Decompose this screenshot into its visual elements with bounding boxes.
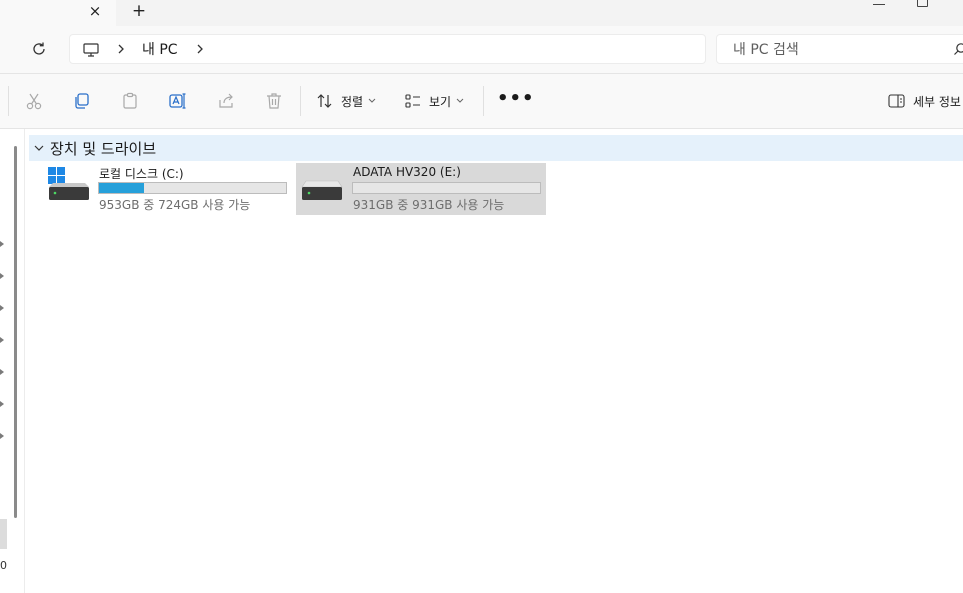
command-bar: 정렬 보기 ••• 세부 정보 bbox=[0, 74, 963, 129]
drive-space: 931GB 중 931GB 사용 가능 bbox=[353, 198, 505, 212]
expand-arrow-icon[interactable] bbox=[0, 241, 4, 247]
group-label: 장치 및 드라이브 bbox=[50, 139, 157, 158]
expand-arrow-icon[interactable] bbox=[0, 401, 4, 407]
drive-item-c[interactable]: 로컬 디스크 (C:) 953GB 중 724GB 사용 가능 bbox=[43, 163, 293, 215]
computer-icon bbox=[83, 43, 99, 57]
divider bbox=[8, 86, 9, 116]
sort-label: 정렬 bbox=[341, 94, 364, 109]
expand-arrow-icon[interactable] bbox=[0, 305, 4, 311]
chevron-right-icon[interactable] bbox=[195, 42, 205, 56]
expand-arrow-icon[interactable] bbox=[0, 369, 4, 375]
search-placeholder: 내 PC 검색 bbox=[733, 42, 799, 58]
search-input[interactable]: 내 PC 검색 bbox=[716, 34, 963, 64]
cut-icon[interactable] bbox=[24, 91, 44, 111]
chevron-down-icon bbox=[456, 98, 464, 103]
divider bbox=[483, 86, 484, 116]
search-icon bbox=[954, 43, 963, 55]
expand-arrow-icon[interactable] bbox=[0, 337, 4, 343]
address-row: 내 PC 내 PC 검색 bbox=[0, 26, 963, 74]
nav-item-fragment[interactable]: 0 bbox=[0, 559, 7, 572]
paste-icon[interactable] bbox=[120, 91, 140, 111]
breadcrumb[interactable]: 내 PC bbox=[142, 40, 178, 60]
drive-space: 953GB 중 724GB 사용 가능 bbox=[99, 198, 251, 212]
close-icon[interactable]: × bbox=[86, 1, 104, 21]
chevron-down-icon bbox=[368, 98, 376, 103]
details-pane-icon bbox=[888, 94, 905, 108]
rename-icon[interactable] bbox=[168, 91, 188, 111]
address-bar[interactable]: 내 PC bbox=[69, 34, 706, 64]
view-icon bbox=[405, 94, 420, 108]
scrollbar[interactable] bbox=[14, 146, 17, 518]
tab-strip: × + bbox=[0, 0, 963, 26]
expand-arrow-icon[interactable] bbox=[0, 433, 4, 439]
details-label: 세부 정보 bbox=[913, 94, 961, 109]
navigation-pane: 0 bbox=[0, 129, 25, 593]
view-button[interactable]: 보기 bbox=[404, 86, 471, 116]
tab-my-pc[interactable]: × bbox=[0, 0, 116, 26]
drive-usage-bar bbox=[98, 182, 287, 194]
refresh-icon[interactable] bbox=[30, 40, 48, 58]
group-header-devices[interactable]: 장치 및 드라이브 bbox=[29, 135, 963, 161]
delete-icon[interactable] bbox=[264, 91, 284, 111]
windows-drive-icon bbox=[48, 167, 89, 200]
chevron-down-icon[interactable] bbox=[34, 144, 44, 152]
expand-arrow-icon[interactable] bbox=[0, 273, 4, 279]
minimize-icon[interactable] bbox=[873, 0, 885, 5]
sort-icon bbox=[317, 94, 332, 108]
divider bbox=[300, 86, 301, 116]
more-icon[interactable]: ••• bbox=[497, 90, 534, 108]
drive-icon bbox=[301, 180, 343, 200]
drive-usage-fill bbox=[99, 183, 144, 193]
copy-icon[interactable] bbox=[72, 91, 92, 111]
share-icon[interactable] bbox=[216, 91, 236, 111]
drive-usage-bar bbox=[352, 182, 541, 194]
maximize-icon[interactable] bbox=[917, 0, 928, 7]
drive-item-e[interactable]: ADATA HV320 (E:) 931GB 중 931GB 사용 가능 bbox=[296, 163, 546, 215]
sort-button[interactable]: 정렬 bbox=[316, 86, 383, 116]
drive-name: 로컬 디스크 (C:) bbox=[99, 167, 184, 181]
nav-selected-item[interactable] bbox=[0, 519, 7, 549]
chevron-right-icon[interactable] bbox=[116, 42, 126, 56]
details-pane-button[interactable]: 세부 정보 bbox=[888, 86, 961, 116]
view-label: 보기 bbox=[429, 94, 452, 109]
drive-name: ADATA HV320 (E:) bbox=[353, 165, 461, 179]
plus-icon[interactable]: + bbox=[129, 0, 149, 22]
